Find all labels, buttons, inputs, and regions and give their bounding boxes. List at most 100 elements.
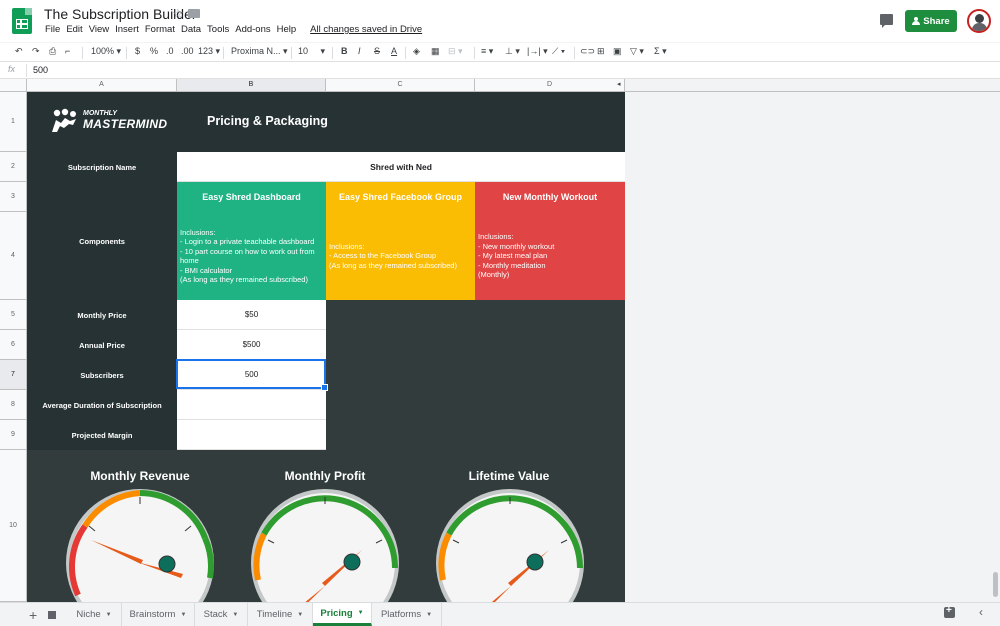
vertical-align-icon[interactable]: ⊥ ▾ xyxy=(505,46,520,57)
average-duration-label[interactable]: Average Duration of Subscription xyxy=(27,390,177,420)
formula-input[interactable]: 500 xyxy=(33,65,48,75)
row-header-6[interactable]: 6 xyxy=(0,330,27,360)
component-2-title[interactable]: Easy Shred Facebook Group xyxy=(326,182,475,212)
menu-help[interactable]: Help xyxy=(274,24,300,35)
column-header-b[interactable]: B xyxy=(177,79,326,92)
all-sheets-icon[interactable] xyxy=(48,611,56,619)
comment-icon[interactable] xyxy=(880,14,893,28)
text-wrapping-icon[interactable]: |→| ▾ xyxy=(527,46,548,57)
strikethrough-button[interactable]: S xyxy=(374,46,380,56)
chevron-left-icon[interactable]: ‹ xyxy=(979,605,983,619)
divider xyxy=(474,47,475,59)
select-all-corner[interactable] xyxy=(0,79,27,92)
vertical-scrollbar[interactable] xyxy=(993,572,998,597)
decrease-decimal-button[interactable]: .0 xyxy=(166,46,174,56)
tab-brainstorm[interactable]: Brainstorm ▼ xyxy=(122,603,195,626)
components-label[interactable]: Components xyxy=(27,182,177,300)
menu-tools[interactable]: Tools xyxy=(204,24,232,35)
increase-decimal-button[interactable]: .00 xyxy=(181,46,194,56)
zoom-select[interactable]: 100% ▾ xyxy=(91,46,121,57)
row-header-2[interactable]: 2 xyxy=(0,152,27,182)
annual-price-value[interactable]: $500 xyxy=(177,330,326,360)
save-status[interactable]: All changes saved in Drive xyxy=(307,24,425,35)
print-icon[interactable]: ⎙ xyxy=(49,46,56,57)
tab-niche[interactable]: Niche ▼ xyxy=(67,603,122,626)
menu-view[interactable]: View xyxy=(86,24,112,35)
tab-timeline[interactable]: Timeline ▼ xyxy=(248,603,313,626)
functions-icon[interactable]: Σ ▾ xyxy=(654,46,667,57)
avatar[interactable] xyxy=(967,9,991,33)
monthly-price-label[interactable]: Monthly Price xyxy=(27,300,177,330)
menu-file[interactable]: File xyxy=(42,24,63,35)
divider xyxy=(574,47,575,59)
insert-chart-icon[interactable]: ▣ xyxy=(613,46,622,57)
merge-cells-icon[interactable]: ⊟ ▾ xyxy=(448,46,463,57)
text-color-button[interactable]: A xyxy=(391,46,397,56)
component-1-body[interactable]: Inclusions: - Login to a private teachab… xyxy=(177,212,326,300)
row-header-3[interactable]: 3 xyxy=(0,182,27,212)
tab-platforms[interactable]: Platforms ▼ xyxy=(372,603,442,626)
explore-icon[interactable] xyxy=(944,605,955,618)
component-1-line: (As long as they remained subscribed) xyxy=(180,275,308,284)
column-header-a[interactable]: A xyxy=(27,79,177,92)
lifetime-value-gauge[interactable] xyxy=(435,488,585,602)
font-size-select[interactable]: 10 ▾ xyxy=(298,46,325,57)
paint-format-icon[interactable]: ⌐ xyxy=(65,46,70,56)
menu-format[interactable]: Format xyxy=(142,24,178,35)
insert-comment-icon[interactable]: ⊞ xyxy=(597,46,605,57)
row-header-1[interactable]: 1 xyxy=(0,92,27,152)
horizontal-align-icon[interactable]: ≡ ▾ xyxy=(481,46,493,57)
monthly-revenue-gauge[interactable] xyxy=(65,488,215,602)
menu-add-ons[interactable]: Add-ons xyxy=(232,24,273,35)
lifetime-value-title: Lifetime Value xyxy=(468,469,550,483)
projected-margin-label[interactable]: Projected Margin xyxy=(27,420,177,450)
component-1-title[interactable]: Easy Shred Dashboard xyxy=(177,182,326,212)
component-3-body[interactable]: Inclusions: - New monthly workout - My l… xyxy=(475,212,625,300)
column-header-c[interactable]: C xyxy=(326,79,475,92)
menu-edit[interactable]: Edit xyxy=(63,24,85,35)
menu-data[interactable]: Data xyxy=(178,24,204,35)
average-duration-value[interactable] xyxy=(177,390,326,420)
subscription-name-label[interactable]: Subscription Name xyxy=(27,152,177,182)
star-icon[interactable]: ☆ xyxy=(172,6,184,22)
divider xyxy=(332,47,333,59)
currency-format-button[interactable]: $ xyxy=(135,46,140,56)
monthly-price-value[interactable]: $50 xyxy=(177,300,326,330)
menu-insert[interactable]: Insert xyxy=(112,24,142,35)
annual-price-label[interactable]: Annual Price xyxy=(27,330,177,360)
subscription-name-value[interactable]: Shred with Ned xyxy=(177,152,625,182)
scroll-right-icon[interactable]: ◂ xyxy=(617,80,621,88)
row-header-5[interactable]: 5 xyxy=(0,300,27,330)
font-select[interactable]: Proxima N... ▾ xyxy=(231,46,288,57)
insert-link-icon[interactable]: ⊂⊃ xyxy=(580,46,595,57)
row-header-8[interactable]: 8 xyxy=(0,390,27,420)
fill-color-icon[interactable]: ◈ xyxy=(413,46,420,57)
text-rotation-icon[interactable]: ⟋ ▾ xyxy=(552,46,565,57)
bold-button[interactable]: B xyxy=(341,46,348,56)
column-header-d[interactable]: D xyxy=(475,79,625,92)
row-header-4[interactable]: 4 xyxy=(0,212,27,300)
tab-stack[interactable]: Stack ▼ xyxy=(195,603,248,626)
percent-format-button[interactable]: % xyxy=(150,46,158,56)
undo-icon[interactable]: ↶ xyxy=(15,46,23,57)
borders-icon[interactable]: ▦ xyxy=(431,46,440,57)
row-header-9[interactable]: 9 xyxy=(0,420,27,450)
subscribers-label[interactable]: Subscribers xyxy=(27,360,177,390)
row-header-7[interactable]: 7 xyxy=(0,360,27,390)
component-2-body[interactable]: Inclusions: - Access to the Facebook Gro… xyxy=(326,212,475,300)
folder-icon[interactable] xyxy=(188,9,200,18)
subscribers-value[interactable]: 500 xyxy=(177,360,326,390)
tab-pricing[interactable]: Pricing ▼ xyxy=(313,603,372,626)
number-format-select[interactable]: 123 ▾ xyxy=(198,46,220,57)
italic-button[interactable]: I xyxy=(358,46,361,56)
component-3-title[interactable]: New Monthly Workout xyxy=(475,182,625,212)
redo-icon[interactable]: ↷ xyxy=(32,46,40,57)
share-button[interactable]: Share xyxy=(905,10,957,32)
add-sheet-icon[interactable]: + xyxy=(29,607,37,623)
sheets-logo-icon[interactable] xyxy=(12,8,32,34)
projected-margin-value[interactable] xyxy=(177,420,326,450)
filter-icon[interactable]: ▽ ▾ xyxy=(630,46,644,57)
row-header-10[interactable]: 10 xyxy=(0,450,27,602)
monthly-profit-gauge[interactable] xyxy=(250,488,400,602)
divider xyxy=(291,47,292,59)
